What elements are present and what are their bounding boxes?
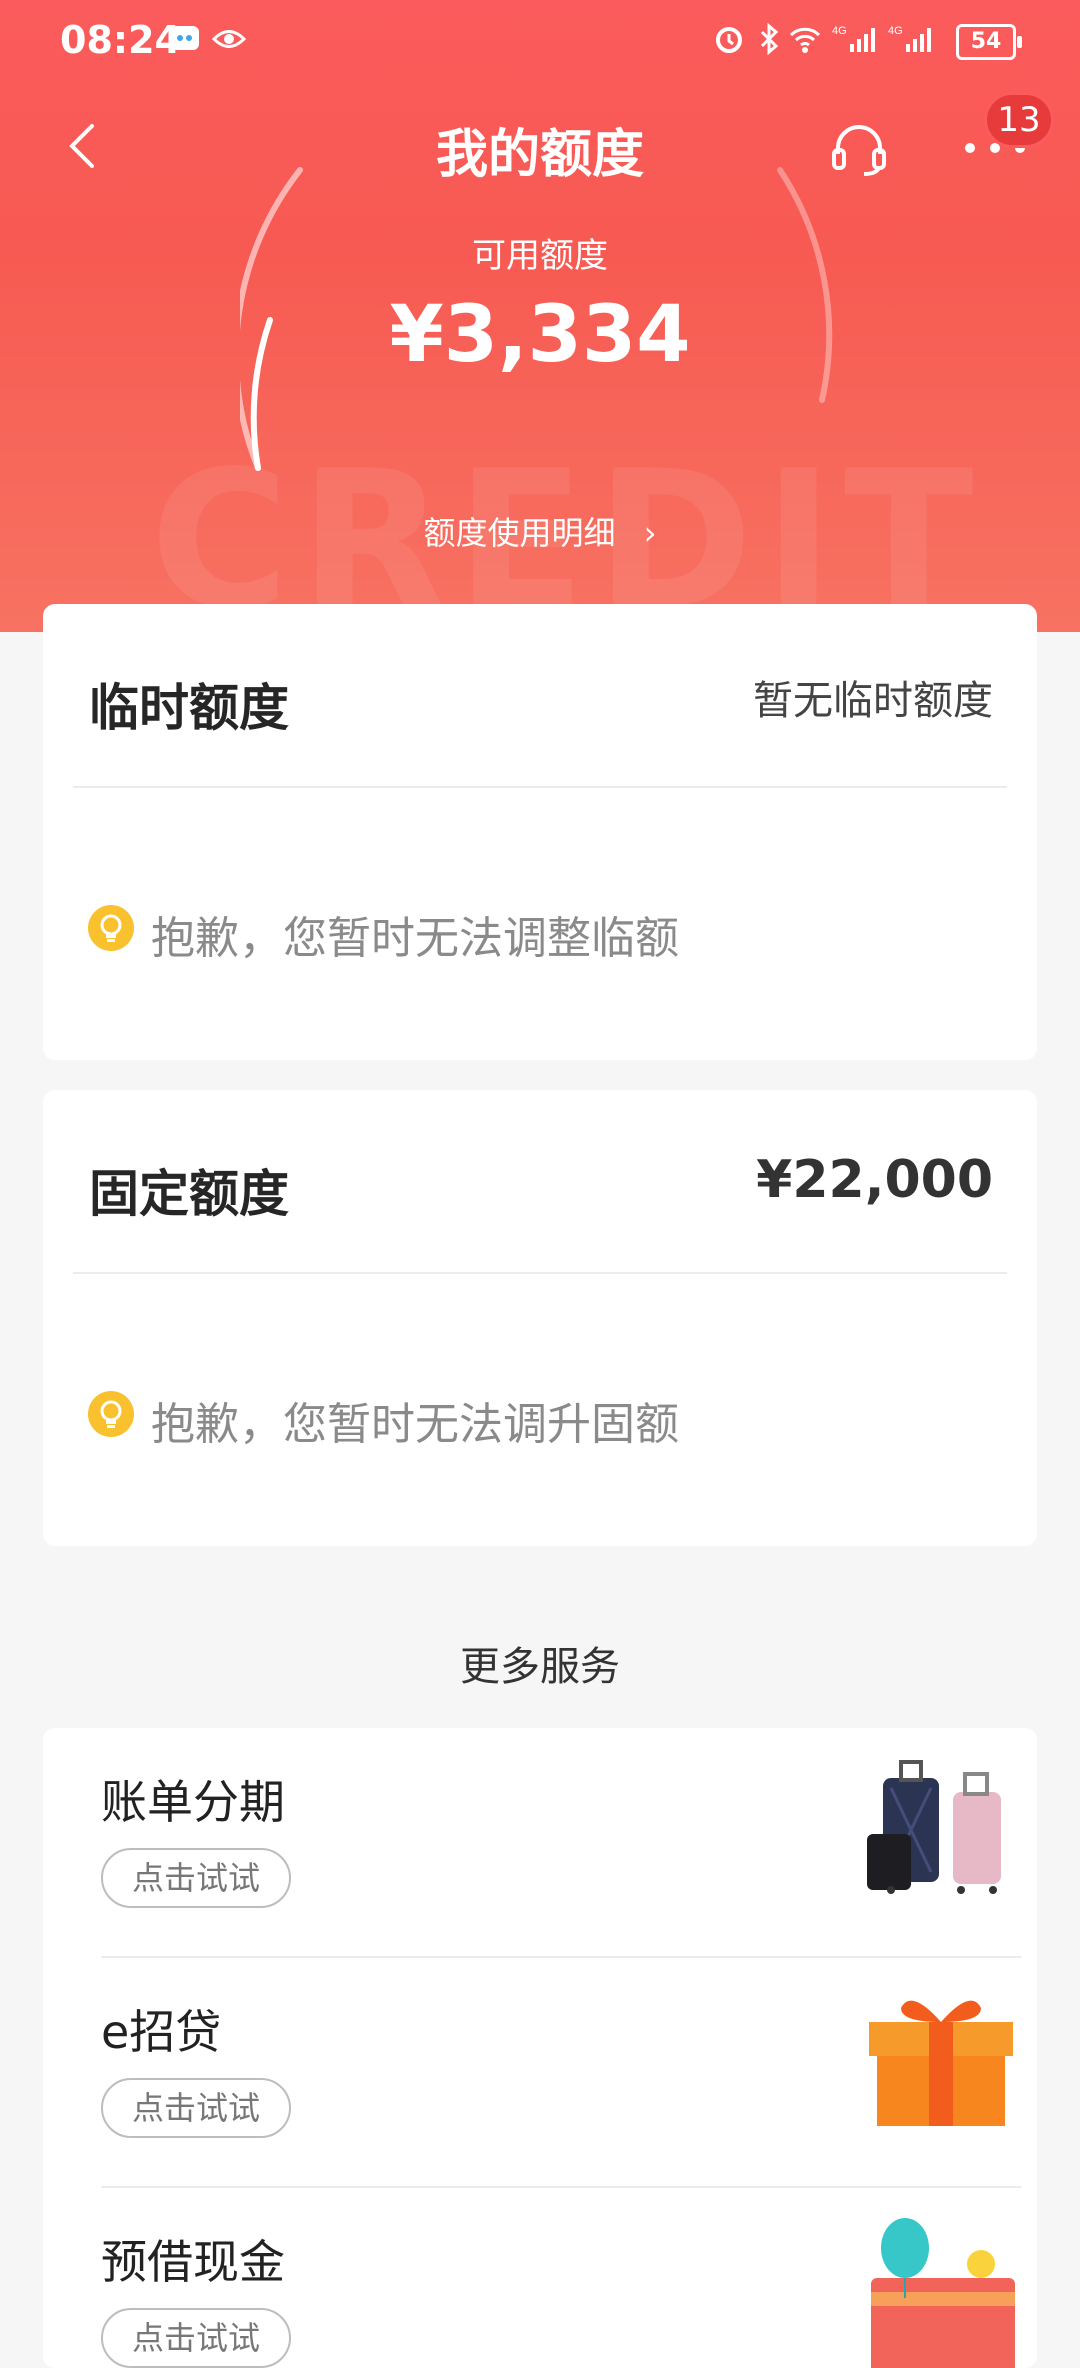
service-name: 预借现金	[101, 2235, 285, 2289]
available-credit-label: 可用额度	[472, 236, 608, 276]
service-item-installment[interactable]: 账单分期 点击试试	[101, 1728, 1021, 1958]
try-button[interactable]: 点击试试	[101, 2308, 291, 2368]
fixed-credit-title: 固定额度	[89, 1165, 289, 1223]
temporary-credit-status: 暂无临时额度	[753, 678, 993, 724]
svg-text:4G: 4G	[888, 25, 903, 37]
try-button[interactable]: 点击试试	[101, 2078, 291, 2138]
wifi-icon	[789, 27, 821, 53]
service-name: e招贷	[101, 2005, 222, 2059]
available-credit-amount: ¥3,334	[389, 290, 691, 380]
divider	[73, 786, 1007, 788]
divider	[73, 1272, 1007, 1274]
gift-box-image	[869, 2000, 1013, 2126]
more-services-title: 更多服务	[460, 1644, 620, 1690]
more-services-list: 账单分期 点击试试 e招贷 点击试试 预借现金 点击试试	[43, 1728, 1037, 2368]
fixed-credit-amount: ¥22,000	[756, 1150, 993, 1210]
lightbulb-icon	[88, 1391, 134, 1437]
status-bar: 08:24 4G 4G 54	[0, 0, 1080, 80]
signal-icon-2: 4G	[888, 25, 931, 52]
luggage-image	[867, 1760, 1001, 1894]
message-icon	[171, 26, 199, 50]
service-name: 账单分期	[101, 1775, 285, 1829]
status-time: 08:24	[60, 18, 181, 62]
svg-text:4G: 4G	[832, 25, 847, 37]
credit-detail-label: 额度使用明细	[423, 514, 616, 552]
service-item-cash-advance[interactable]: 预借现金 点击试试	[101, 2188, 1021, 2368]
lightbulb-icon	[88, 905, 134, 951]
fixed-credit-tip: 抱歉，您暂时无法调升固额	[151, 1399, 679, 1450]
credit-detail-link[interactable]: 额度使用明细 ›	[0, 508, 1080, 554]
cash-balloon-image	[871, 2218, 1015, 2368]
fixed-credit-card: 固定额度 ¥22,000 抱歉，您暂时无法调升固额	[43, 1090, 1037, 1546]
battery-indicator: 54	[956, 24, 1022, 60]
notification-badge: 13	[984, 92, 1054, 148]
chevron-right-icon: ›	[643, 514, 657, 552]
service-item-e-loan[interactable]: e招贷 点击试试	[101, 1958, 1021, 2188]
alarm-icon	[716, 27, 742, 53]
temporary-credit-card: 临时额度 暂无临时额度 抱歉，您暂时无法调整临额	[43, 604, 1037, 1060]
temporary-credit-title: 临时额度	[89, 679, 289, 737]
bluetooth-icon	[760, 22, 779, 56]
temporary-credit-tip: 抱歉，您暂时无法调整临额	[151, 913, 679, 964]
try-button[interactable]: 点击试试	[101, 1848, 291, 1908]
credit-hero: CREDIT 08:24 4G 4G 54 我的额度 13 可用额度 ¥3,33…	[0, 0, 1080, 632]
eye-icon	[212, 30, 246, 48]
signal-icon: 4G	[832, 25, 875, 52]
